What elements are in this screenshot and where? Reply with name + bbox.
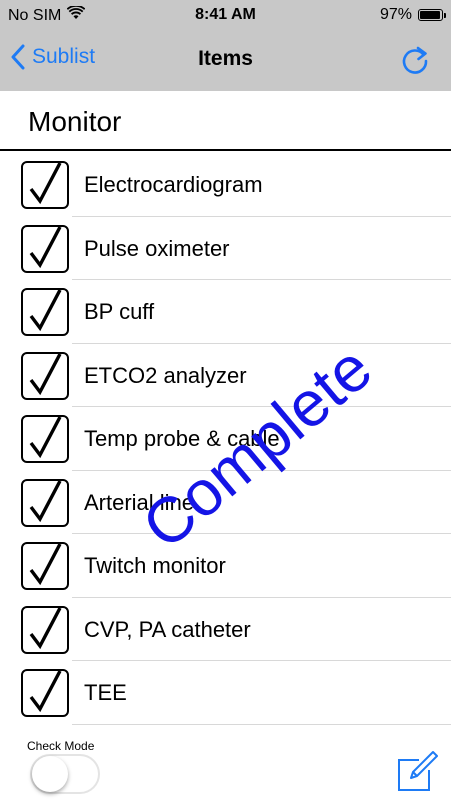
item-checkbox[interactable] xyxy=(21,542,69,590)
check-mode-toggle[interactable] xyxy=(30,754,100,794)
item-list: Electrocardiogram Pulse oximeter BP cuff ET… xyxy=(0,153,451,725)
toggle-knob xyxy=(32,756,68,792)
item-label: Twitch monitor xyxy=(84,553,226,578)
checkmark-icon xyxy=(29,606,62,649)
item-label: Arterial line xyxy=(84,489,195,515)
list-item[interactable]: Pulse oximeter xyxy=(0,217,451,280)
list-item[interactable]: Electrocardiogram xyxy=(0,153,451,217)
compose-button[interactable] xyxy=(395,748,440,793)
item-checkbox[interactable] xyxy=(21,161,69,209)
section-header: Monitor xyxy=(0,91,451,151)
refresh-icon xyxy=(402,46,428,74)
battery-percent: 97% xyxy=(379,6,412,23)
navigation-bar: Sublist Items xyxy=(0,30,451,91)
list-item[interactable]: ETCO2 analyzer xyxy=(0,344,451,407)
bottom-bar: Check Mode xyxy=(0,734,451,800)
item-checkbox[interactable] xyxy=(21,605,69,654)
item-checkbox[interactable] xyxy=(21,415,69,463)
item-label: Pulse oximeter xyxy=(84,235,230,261)
item-label: Temp probe & cable xyxy=(84,426,280,451)
item-checkbox[interactable] xyxy=(21,224,69,273)
checkmark-icon xyxy=(29,479,62,522)
item-label: ETCO2 analyzer xyxy=(84,362,247,388)
checkmark-icon xyxy=(29,352,62,395)
battery-icon xyxy=(418,9,446,21)
row-separator xyxy=(72,723,451,725)
checkmark-icon xyxy=(29,225,62,268)
item-label: TEE xyxy=(84,680,127,705)
checkmark-icon xyxy=(29,162,62,205)
item-label: BP cuff xyxy=(84,299,155,324)
item-checkbox[interactable] xyxy=(21,288,69,336)
checkmark-icon xyxy=(29,416,62,459)
list-item[interactable]: TEE xyxy=(0,661,451,725)
compose-icon xyxy=(398,751,438,791)
list-item[interactable]: Arterial line xyxy=(0,471,451,534)
list-item[interactable]: BP cuff xyxy=(0,280,451,344)
section-title: Monitor xyxy=(28,106,122,137)
status-right: 97% xyxy=(379,6,446,24)
list-item[interactable]: Twitch monitor xyxy=(0,534,451,598)
list-item[interactable]: Temp probe & cable xyxy=(0,407,451,471)
checkmark-icon xyxy=(29,543,62,586)
item-label: CVP, PA catheter xyxy=(84,616,251,642)
refresh-button[interactable] xyxy=(399,44,431,76)
checkmark-icon xyxy=(29,289,62,332)
checkmark-icon xyxy=(29,670,62,713)
page-title: Items xyxy=(198,47,253,70)
check-mode-label: Check Mode xyxy=(27,739,95,753)
item-checkbox[interactable] xyxy=(21,669,69,717)
status-bar: No SIM 8:41 AM 97% xyxy=(0,0,451,30)
battery-level xyxy=(420,11,440,19)
list-item[interactable]: CVP, PA catheter xyxy=(0,598,451,661)
item-label: Electrocardiogram xyxy=(84,172,263,197)
item-checkbox[interactable] xyxy=(21,351,69,400)
item-checkbox[interactable] xyxy=(21,478,69,527)
